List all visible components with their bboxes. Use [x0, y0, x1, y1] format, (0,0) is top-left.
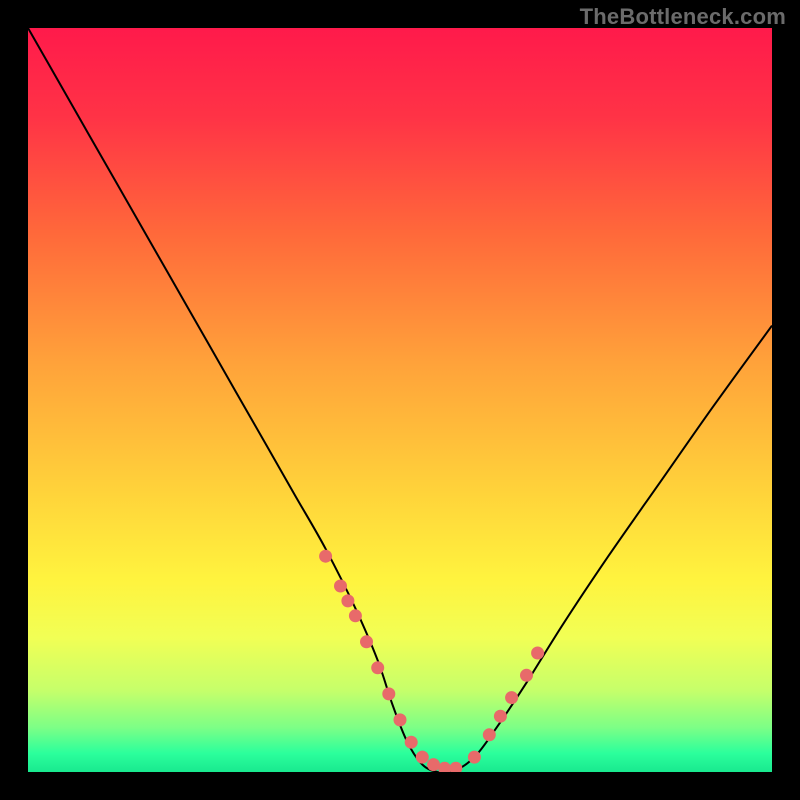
marker-dot	[405, 736, 418, 749]
marker-dot	[520, 669, 533, 682]
marker-dot	[382, 687, 395, 700]
bottleneck-curve	[28, 28, 772, 772]
marker-layer	[319, 550, 544, 772]
marker-dot	[449, 762, 462, 772]
marker-dot	[438, 762, 451, 772]
marker-dot	[394, 713, 407, 726]
marker-dot	[334, 580, 347, 593]
watermark-text: TheBottleneck.com	[580, 4, 786, 30]
marker-dot	[341, 594, 354, 607]
marker-dot	[505, 691, 518, 704]
marker-dot	[483, 728, 496, 741]
marker-dot	[319, 550, 332, 563]
plot-area	[28, 28, 772, 772]
curve-layer	[28, 28, 772, 772]
marker-dot	[427, 758, 440, 771]
chart-frame: TheBottleneck.com	[0, 0, 800, 800]
marker-dot	[531, 647, 544, 660]
marker-dot	[360, 635, 373, 648]
marker-dot	[349, 609, 362, 622]
marker-dot	[468, 751, 481, 764]
marker-dot	[371, 661, 384, 674]
marker-dot	[494, 710, 507, 723]
marker-dot	[416, 751, 429, 764]
